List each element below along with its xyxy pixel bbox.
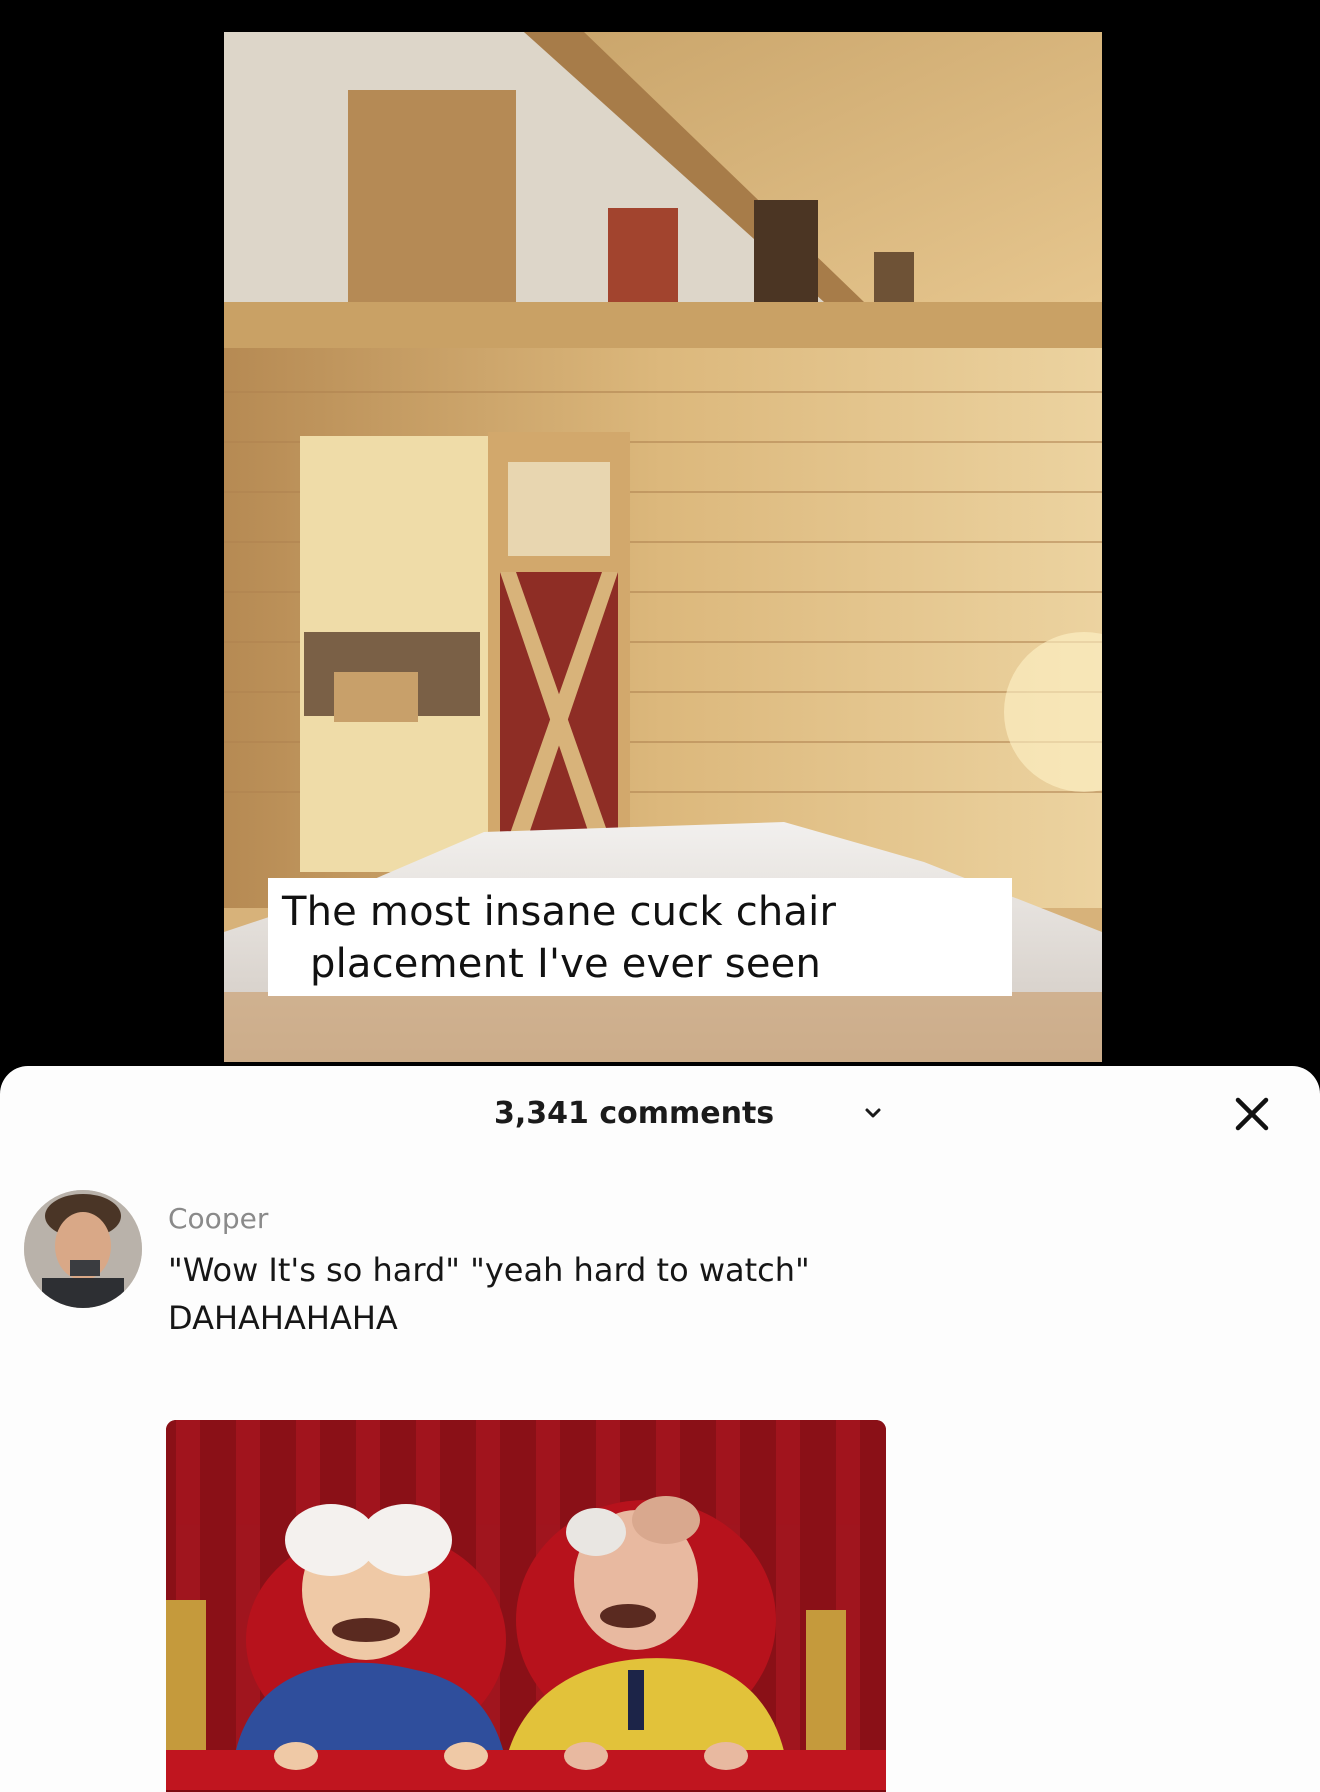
close-button[interactable] — [1222, 1084, 1282, 1144]
avatar[interactable] — [24, 1190, 142, 1308]
comment-attached-image[interactable] — [166, 1420, 886, 1792]
comment-item: Cooper "Wow It's so hard" "yeah hard to … — [0, 1176, 1320, 1792]
comments-sheet: 3,341 comments Cooper "Wow It's so hard"… — [0, 1066, 1320, 1792]
post-video-frame[interactable]: The most insane cuck chair placement I'v… — [224, 32, 1102, 1062]
close-icon — [1235, 1097, 1269, 1131]
muppets-balcony-image — [166, 1420, 886, 1792]
app-root: The most insane cuck chair placement I'v… — [0, 0, 1320, 1792]
comment-text-line-2: DAHAHAHAHA — [168, 1299, 398, 1337]
comment-text: "Wow It's so hard" "yeah hard to watch" … — [168, 1246, 1168, 1342]
comments-count-label[interactable]: 3,341 comments — [494, 1096, 774, 1131]
comment-text-line-1: "Wow It's so hard" "yeah hard to watch" — [168, 1251, 810, 1289]
comment-author[interactable]: Cooper — [168, 1202, 268, 1235]
chevron-down-icon[interactable] — [862, 1102, 884, 1124]
caption-line-1: The most insane cuck chair — [282, 889, 837, 935]
post-caption: The most insane cuck chair placement I'v… — [268, 878, 1012, 996]
comments-header: 3,341 comments — [0, 1066, 1320, 1162]
avatar-image — [24, 1190, 142, 1308]
caption-line-2: placement I've ever seen — [310, 941, 821, 987]
